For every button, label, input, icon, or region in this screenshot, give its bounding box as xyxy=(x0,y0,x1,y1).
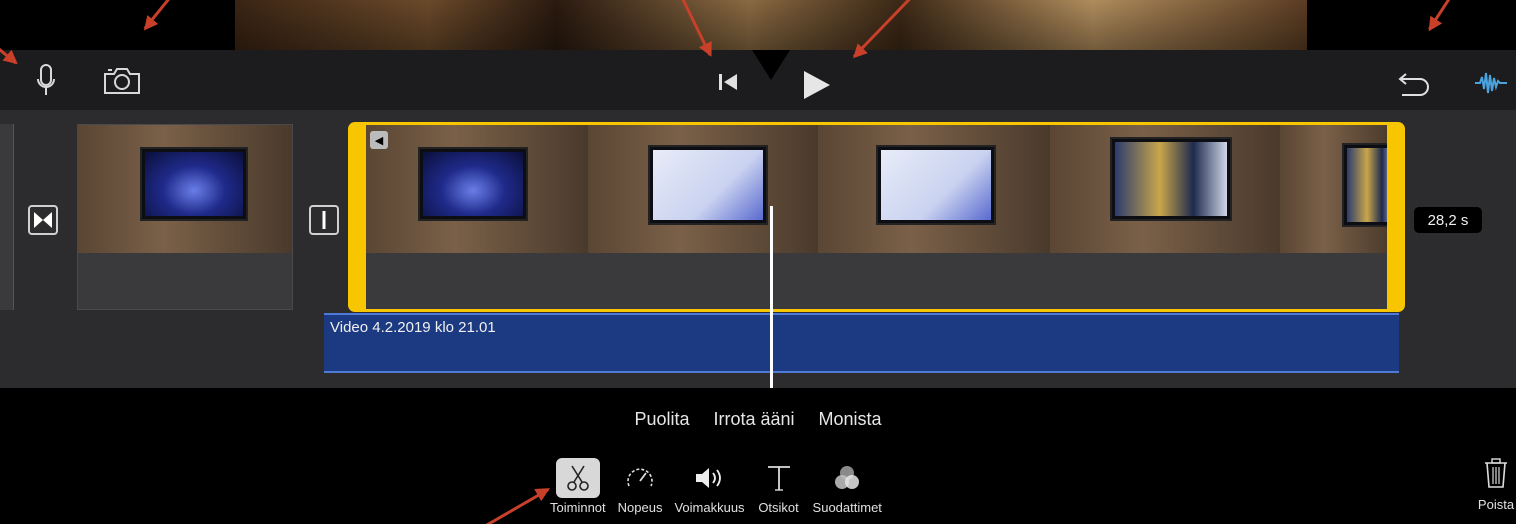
previous-clip[interactable] xyxy=(0,124,14,310)
text-t-icon xyxy=(757,458,801,498)
duplicate-action[interactable]: Monista xyxy=(819,409,882,430)
audio-track-label: Video 4.2.2019 klo 21.01 xyxy=(330,319,496,336)
tool-label: Otsikot xyxy=(758,500,799,515)
video-preview xyxy=(0,0,1516,50)
tool-label: Voimakkuus xyxy=(674,500,745,515)
tool-titles[interactable]: Otsikot xyxy=(757,458,801,515)
preview-frame xyxy=(235,0,1307,50)
tool-filters[interactable]: Suodattimet xyxy=(813,458,882,515)
tool-label: Nopeus xyxy=(617,500,663,515)
inspector-panel: Puolita Irrota ääni Monista Toiminnot No… xyxy=(0,388,1516,524)
inspector-tools: Toiminnot Nopeus Voimakkuus Otsikot Suod… xyxy=(550,458,894,515)
detach-audio-action[interactable]: Irrota ääni xyxy=(713,409,794,430)
transition-bowtie-icon[interactable] xyxy=(28,205,58,235)
tool-speed[interactable]: Nopeus xyxy=(617,458,663,515)
delete-label: Poista xyxy=(1477,497,1515,512)
undo-icon[interactable] xyxy=(1394,68,1434,98)
play-icon[interactable] xyxy=(798,68,834,102)
filters-icon xyxy=(825,458,869,498)
delete-button[interactable]: Poista xyxy=(1471,458,1516,512)
selected-clip[interactable]: ◀ xyxy=(348,122,1405,312)
clip-filmstrip xyxy=(366,125,1387,253)
audio-track[interactable]: Video 4.2.2019 klo 21.01 xyxy=(324,313,1399,373)
timeline[interactable]: ◀ 28,2 s Video 4.2.2019 klo 21.01 xyxy=(0,110,1516,486)
transition-cut-icon[interactable] xyxy=(309,205,339,235)
audio-waveform-icon[interactable] xyxy=(1473,68,1509,98)
timeline-clip-1[interactable] xyxy=(77,124,293,310)
clip-thumbnail xyxy=(78,125,292,253)
tool-volume[interactable]: Voimakkuus xyxy=(674,458,745,515)
clip-actions: Puolita Irrota ääni Monista xyxy=(0,409,1516,430)
trash-icon xyxy=(1483,458,1509,493)
split-action[interactable]: Puolita xyxy=(634,409,689,430)
tool-label: Toiminnot xyxy=(550,500,606,515)
clip-duration-badge: 28,2 s xyxy=(1414,207,1482,233)
tool-label: Suodattimet xyxy=(812,500,882,515)
tool-actions[interactable]: Toiminnot xyxy=(550,458,606,515)
muted-speaker-icon[interactable]: ◀ xyxy=(370,131,388,149)
scissors-icon xyxy=(555,458,600,498)
microphone-icon[interactable] xyxy=(32,63,60,99)
speedometer-icon xyxy=(618,458,662,498)
speaker-icon xyxy=(688,458,732,498)
skip-to-start-icon[interactable] xyxy=(714,70,742,94)
camera-icon[interactable] xyxy=(100,65,144,97)
playhead-marker xyxy=(752,50,790,80)
